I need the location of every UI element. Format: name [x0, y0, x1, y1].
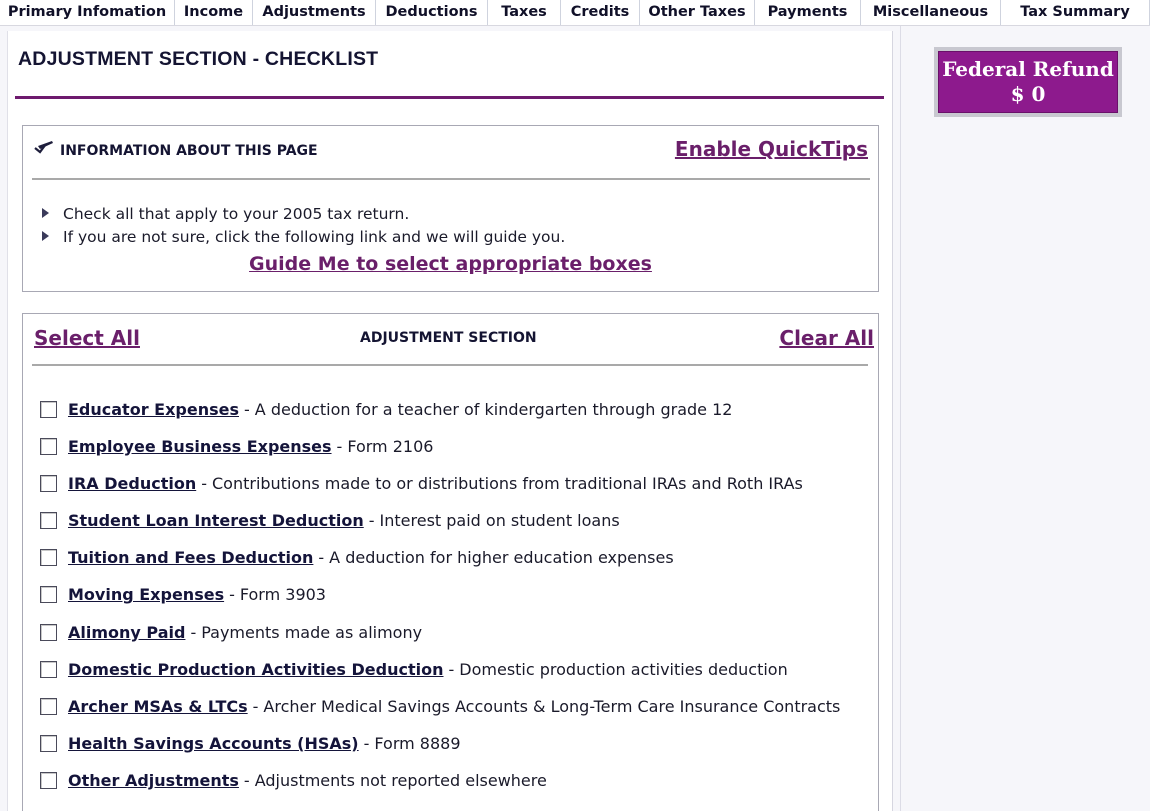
list-item: Other Adjustments - Adjustments not report… — [40, 771, 840, 808]
list-item: Student Loan Interest Deduction - Interest… — [40, 511, 840, 548]
list-item: Educator Expenses - A deduction for a teac… — [40, 400, 840, 437]
list-item: IRA Deduction - Contributions made to or d… — [40, 474, 840, 511]
list-item: Moving Expenses - Form 3903 — [40, 585, 840, 622]
adjustment-link[interactable]: Student Loan Interest Deduction — [68, 511, 364, 530]
adjustment-description: Form 2106 — [347, 437, 434, 457]
adjustment-link[interactable]: Employee Business Expenses — [68, 437, 332, 456]
adjustment-link[interactable]: Other Adjustments — [68, 771, 239, 790]
tab-payments[interactable]: Payments — [755, 0, 861, 25]
guide-me-link[interactable]: Guide Me to select appropriate boxes — [23, 253, 878, 275]
adjustment-checklist: Select All ADJUSTMENT SECTION Clear All … — [22, 313, 879, 811]
adjustment-divider — [32, 364, 868, 366]
adjustment-checkbox[interactable] — [40, 512, 57, 530]
bullet-arrow-icon — [42, 231, 49, 241]
adjustment-checkbox[interactable] — [40, 549, 57, 567]
separator-dash: - — [363, 733, 370, 753]
info-heading: INFORMATION ABOUT THIS PAGE — [60, 143, 318, 159]
adjustment-checkbox[interactable] — [40, 401, 57, 418]
separator-dash: - — [190, 622, 197, 642]
separator-dash: - — [368, 511, 375, 531]
adjustment-link[interactable]: Health Savings Accounts (HSAs) — [68, 734, 359, 753]
adjustment-checkbox[interactable] — [40, 438, 57, 456]
separator-dash: - — [252, 696, 259, 716]
info-bullet: Check all that apply to your 2005 tax re… — [42, 205, 409, 223]
adjustment-description: Interest paid on student loans — [379, 511, 620, 531]
list-item: Archer MSAs & LTCs - Archer Medical Saving… — [40, 697, 840, 734]
separator-dash: - — [448, 659, 455, 679]
tab-taxes[interactable]: Taxes — [488, 0, 561, 25]
adjustment-link[interactable]: Tuition and Fees Deduction — [68, 548, 313, 567]
right-sidebar — [900, 26, 1150, 811]
adjustment-checkbox[interactable] — [40, 771, 57, 789]
separator-dash: - — [243, 770, 250, 790]
info-bullet-text: If you are not sure, click the following… — [63, 228, 566, 246]
separator-dash: - — [336, 437, 343, 457]
adjustment-description: A deduction for a teacher of kindergarte… — [254, 400, 733, 419]
adjustment-section-heading: ADJUSTMENT SECTION — [360, 330, 537, 346]
main-content-panel: ADJUSTMENT SECTION - CHECKLIST INFORMATI… — [7, 31, 893, 811]
adjustment-checkbox[interactable] — [40, 623, 57, 641]
separator-dash: - — [201, 474, 207, 494]
adjustment-link[interactable]: Educator Expenses — [68, 400, 239, 419]
adjustment-link[interactable]: Alimony Paid — [68, 623, 185, 642]
adjustment-description: Adjustments not reported elsewhere — [254, 770, 547, 790]
separator-dash: - — [244, 400, 250, 419]
adjustment-description: Domestic production activities deduction — [459, 659, 788, 679]
adjustment-checkbox[interactable] — [40, 697, 57, 715]
tab-miscellaneous[interactable]: Miscellaneous — [861, 0, 1001, 25]
federal-refund-badge: Federal Refund $ 0 — [938, 51, 1118, 113]
list-item: Alimony Paid - Payments made as alimony — [40, 623, 840, 660]
adjustment-checkbox[interactable] — [40, 660, 57, 678]
tab-adjustments[interactable]: Adjustments — [253, 0, 376, 25]
list-item: Employee Business Expenses - Form 2106 — [40, 437, 840, 474]
info-box: INFORMATION ABOUT THIS PAGE Enable Quick… — [22, 125, 879, 292]
bullet-arrow-icon — [42, 208, 49, 218]
adjustment-list: Educator Expenses - A deduction for a teac… — [40, 400, 840, 808]
list-item: Domestic Production Activities Deduction… — [40, 660, 840, 697]
tab-credits[interactable]: Credits — [561, 0, 640, 25]
federal-refund-panel: Federal Refund $ 0 — [934, 47, 1122, 117]
adjustment-description: Archer Medical Savings Accounts & Long-T… — [263, 696, 841, 716]
tab-tax-summary[interactable]: Tax Summary — [1001, 0, 1150, 25]
adjustment-description: Form 8889 — [374, 733, 461, 753]
info-bullet-text: Check all that apply to your 2005 tax re… — [63, 205, 410, 223]
adjustment-description: Payments made as alimony — [201, 622, 423, 642]
adjustment-checkbox[interactable] — [40, 734, 57, 752]
info-divider — [32, 178, 870, 180]
adjustment-description: Form 3903 — [239, 585, 326, 605]
tab-other-taxes[interactable]: Other Taxes — [640, 0, 755, 25]
tab-income[interactable]: Income — [175, 0, 253, 25]
federal-refund-title: Federal Refund — [942, 57, 1114, 81]
adjustment-link[interactable]: Archer MSAs & LTCs — [68, 697, 248, 716]
list-item: Health Savings Accounts (HSAs) - Form 8889 — [40, 734, 840, 771]
page-title: ADJUSTMENT SECTION - CHECKLIST — [18, 48, 379, 70]
adjustment-description: Contributions made to or distributions f… — [211, 474, 803, 494]
adjustment-link[interactable]: Domestic Production Activities Deduction — [68, 660, 444, 679]
clear-all-link[interactable]: Clear All — [779, 326, 874, 350]
list-item: Tuition and Fees Deduction - A deduction f… — [40, 548, 840, 585]
adjustment-checkbox[interactable] — [40, 586, 57, 604]
main-tab-bar: Primary Infomation Income Adjustments Deduc… — [0, 0, 1150, 26]
adjustment-checkbox[interactable] — [40, 475, 57, 493]
separator-dash: - — [229, 585, 235, 605]
tab-deductions[interactable]: Deductions — [376, 0, 488, 25]
title-divider — [15, 96, 884, 99]
enable-quicktips-link[interactable]: Enable QuickTips — [675, 137, 868, 161]
info-bullet: If you are not sure, click the following… — [42, 228, 565, 246]
separator-dash: - — [318, 548, 325, 568]
adjustment-link[interactable]: Moving Expenses — [68, 585, 224, 604]
pencil-check-icon — [34, 141, 53, 154]
select-all-link[interactable]: Select All — [34, 326, 140, 350]
adjustment-description: A deduction for higher education expense… — [329, 548, 674, 568]
tab-primary-infomation[interactable]: Primary Infomation — [0, 0, 175, 25]
federal-refund-amount: $ 0 — [1010, 82, 1046, 106]
adjustment-link[interactable]: IRA Deduction — [68, 474, 196, 493]
